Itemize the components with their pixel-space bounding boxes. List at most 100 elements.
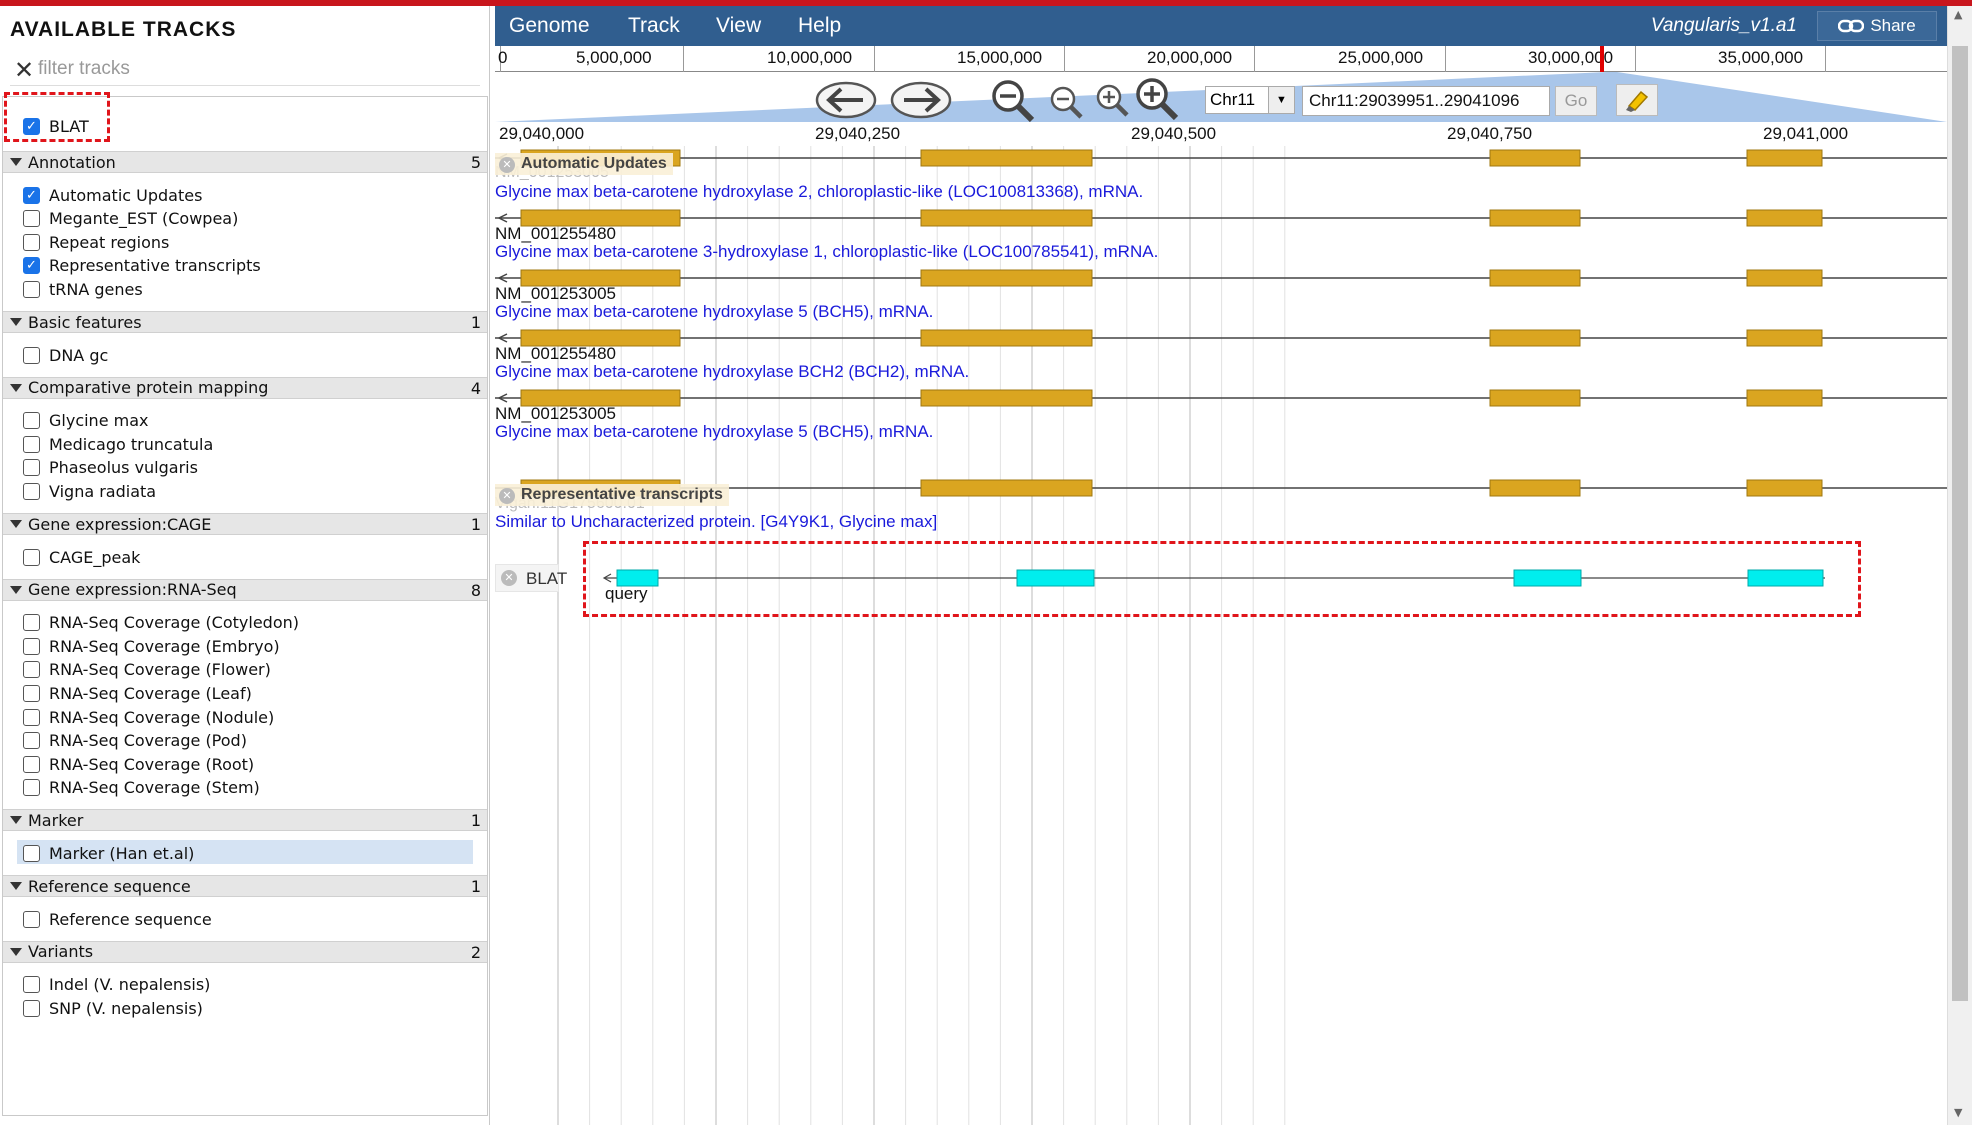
- zoom-out-big-button[interactable]: [990, 78, 1036, 124]
- vertical-scrollbar[interactable]: ▲ ▼: [1947, 6, 1972, 1125]
- track-checkbox[interactable]: [23, 412, 40, 430]
- sidebar-title: AVAILABLE TRACKS: [10, 18, 237, 41]
- track-checkbox[interactable]: [23, 779, 40, 797]
- track-checkbox[interactable]: [23, 684, 40, 702]
- track-item[interactable]: RNA-Seq Coverage (Cotyledon): [23, 612, 299, 634]
- track-checkbox[interactable]: [23, 708, 40, 726]
- pan-left-button[interactable]: [815, 80, 877, 120]
- track-item[interactable]: Glycine max: [23, 410, 148, 432]
- menu-view[interactable]: View: [716, 14, 761, 38]
- track-item[interactable]: ✓ Representative transcripts: [23, 255, 261, 277]
- location-input[interactable]: [1302, 86, 1550, 116]
- track-item[interactable]: RNA-Seq Coverage (Nodule): [23, 706, 274, 728]
- track-item[interactable]: Medicago truncatula: [23, 433, 213, 455]
- clear-filter-icon[interactable]: ✕: [14, 56, 34, 84]
- collapse-triangle-icon: [10, 816, 22, 825]
- menu-help[interactable]: Help: [798, 14, 841, 38]
- track-checkbox[interactable]: [23, 637, 40, 655]
- track-item[interactable]: Indel (V. nepalensis): [23, 974, 210, 996]
- category-name: Reference sequence: [28, 876, 191, 896]
- feature-name: NM_001255480: [495, 344, 616, 363]
- exon-block: [1489, 269, 1581, 287]
- track-label: RNA-Seq Coverage (Stem): [49, 778, 260, 798]
- detail-tick-label: 29,040,500: [1131, 124, 1217, 143]
- track-checkbox[interactable]: [23, 482, 40, 500]
- track-item[interactable]: SNP (V. nepalensis): [23, 997, 203, 1019]
- track-checkbox[interactable]: [23, 459, 40, 477]
- track-item[interactable]: RNA-Seq Coverage (Embryo): [23, 635, 280, 657]
- scroll-thumb[interactable]: [1952, 46, 1968, 1001]
- category-header[interactable]: Basic features 1: [3, 311, 487, 333]
- track-item[interactable]: Reference sequence: [23, 908, 212, 930]
- track-item[interactable]: Vigna radiata: [23, 480, 156, 502]
- go-button[interactable]: Go: [1555, 86, 1597, 116]
- track-label-automatic-updates[interactable]: Automatic Updates: [495, 153, 673, 175]
- track-close-icon[interactable]: ✕: [499, 488, 515, 504]
- track-label: RNA-Seq Coverage (Pod): [49, 731, 247, 751]
- menu-genome[interactable]: Genome: [509, 14, 590, 38]
- track-item[interactable]: RNA-Seq Coverage (Leaf): [23, 682, 252, 704]
- scroll-down-icon[interactable]: ▼: [1954, 1106, 1962, 1119]
- track-item[interactable]: RNA-Seq Coverage (Stem): [23, 777, 260, 799]
- share-button[interactable]: Share: [1817, 11, 1937, 41]
- pan-right-button[interactable]: [890, 80, 952, 120]
- track-checkbox-checked[interactable]: ✓: [23, 257, 40, 275]
- exon-block: [1489, 479, 1581, 497]
- track-item[interactable]: ✓ Automatic Updates: [23, 184, 202, 206]
- category-count: 1: [470, 515, 481, 534]
- track-item[interactable]: RNA-Seq Coverage (Pod): [23, 730, 247, 752]
- overview-tick-label: 20,000,000: [1147, 48, 1233, 67]
- track-checkbox[interactable]: [23, 661, 40, 679]
- track-checkbox-checked[interactable]: ✓: [23, 186, 40, 204]
- category-header[interactable]: Variants 2: [3, 940, 487, 963]
- zoom-in-small-button[interactable]: [1094, 82, 1130, 118]
- track-close-icon[interactable]: ✕: [499, 157, 515, 173]
- track-display-area[interactable]: NM_001253005Automatic Updates✕Glycine ma…: [495, 146, 1947, 1125]
- track-item[interactable]: DNA gc: [23, 344, 108, 366]
- track-selector-sidebar: AVAILABLE TRACKS ✕ ✓BLATAnnotation5✓Auto…: [0, 6, 490, 1125]
- track-checkbox[interactable]: [23, 346, 40, 364]
- overview-ruler[interactable]: 0 5,000,000 10,000,000 15,000,000 20,000,000…: [495, 46, 1947, 72]
- track-item[interactable]: Marker (Han et.al): [23, 842, 194, 864]
- track-item[interactable]: tRNA genes: [23, 278, 143, 300]
- track-item[interactable]: CAGE_peak: [23, 546, 140, 568]
- track-checkbox[interactable]: [23, 844, 40, 862]
- track-checkbox[interactable]: [23, 614, 40, 632]
- track-item[interactable]: Phaseolus vulgaris: [23, 457, 198, 479]
- track-item[interactable]: RNA-Seq Coverage (Root): [23, 753, 254, 775]
- track-label-representative-transcripts[interactable]: Representative transcripts: [495, 484, 729, 506]
- track-checkbox[interactable]: [23, 910, 40, 928]
- exon-block: [920, 269, 1093, 287]
- track-checkbox[interactable]: [23, 732, 40, 750]
- menu-track[interactable]: Track: [628, 14, 680, 38]
- filter-tracks-input[interactable]: [38, 54, 478, 84]
- category-header[interactable]: Marker 1: [3, 809, 487, 832]
- track-checkbox[interactable]: [23, 210, 40, 228]
- track-item[interactable]: RNA-Seq Coverage (Flower): [23, 659, 271, 681]
- track-close-icon[interactable]: ✕: [501, 570, 517, 586]
- overview-location-marker[interactable]: [1600, 46, 1604, 72]
- chromosome-select[interactable]: Chr11 ▼: [1205, 86, 1295, 114]
- category-header[interactable]: Reference sequence 1: [3, 875, 487, 897]
- track-checkbox[interactable]: [23, 976, 40, 994]
- category-header[interactable]: Gene expression:CAGE 1: [3, 513, 487, 535]
- category-header[interactable]: Comparative protein mapping 4: [3, 376, 487, 399]
- category-name: Marker: [28, 810, 84, 830]
- track-item[interactable]: Megante_EST (Cowpea): [23, 208, 238, 230]
- track-checkbox[interactable]: [23, 233, 40, 251]
- category-header[interactable]: Annotation 5: [3, 151, 487, 173]
- zoom-in-big-button[interactable]: [1134, 76, 1180, 122]
- track-label: Representative transcripts: [49, 256, 261, 276]
- track-checkbox[interactable]: [23, 280, 40, 298]
- category-header[interactable]: Gene expression:RNA-Seq 8: [3, 578, 487, 601]
- track-checkbox[interactable]: [23, 435, 40, 453]
- highlight-button[interactable]: [1616, 84, 1658, 116]
- track-checkbox[interactable]: [23, 755, 40, 773]
- feature-description: Glycine max beta-carotene hydroxylase 5 …: [495, 302, 934, 321]
- track-item[interactable]: Repeat regions: [23, 231, 169, 253]
- zoom-out-small-button[interactable]: [1048, 84, 1084, 120]
- track-checkbox[interactable]: [23, 548, 40, 566]
- scroll-up-icon[interactable]: ▲: [1954, 8, 1962, 21]
- dataset-name: Vangularis_v1.a1: [1650, 15, 1797, 36]
- track-checkbox[interactable]: [23, 999, 40, 1017]
